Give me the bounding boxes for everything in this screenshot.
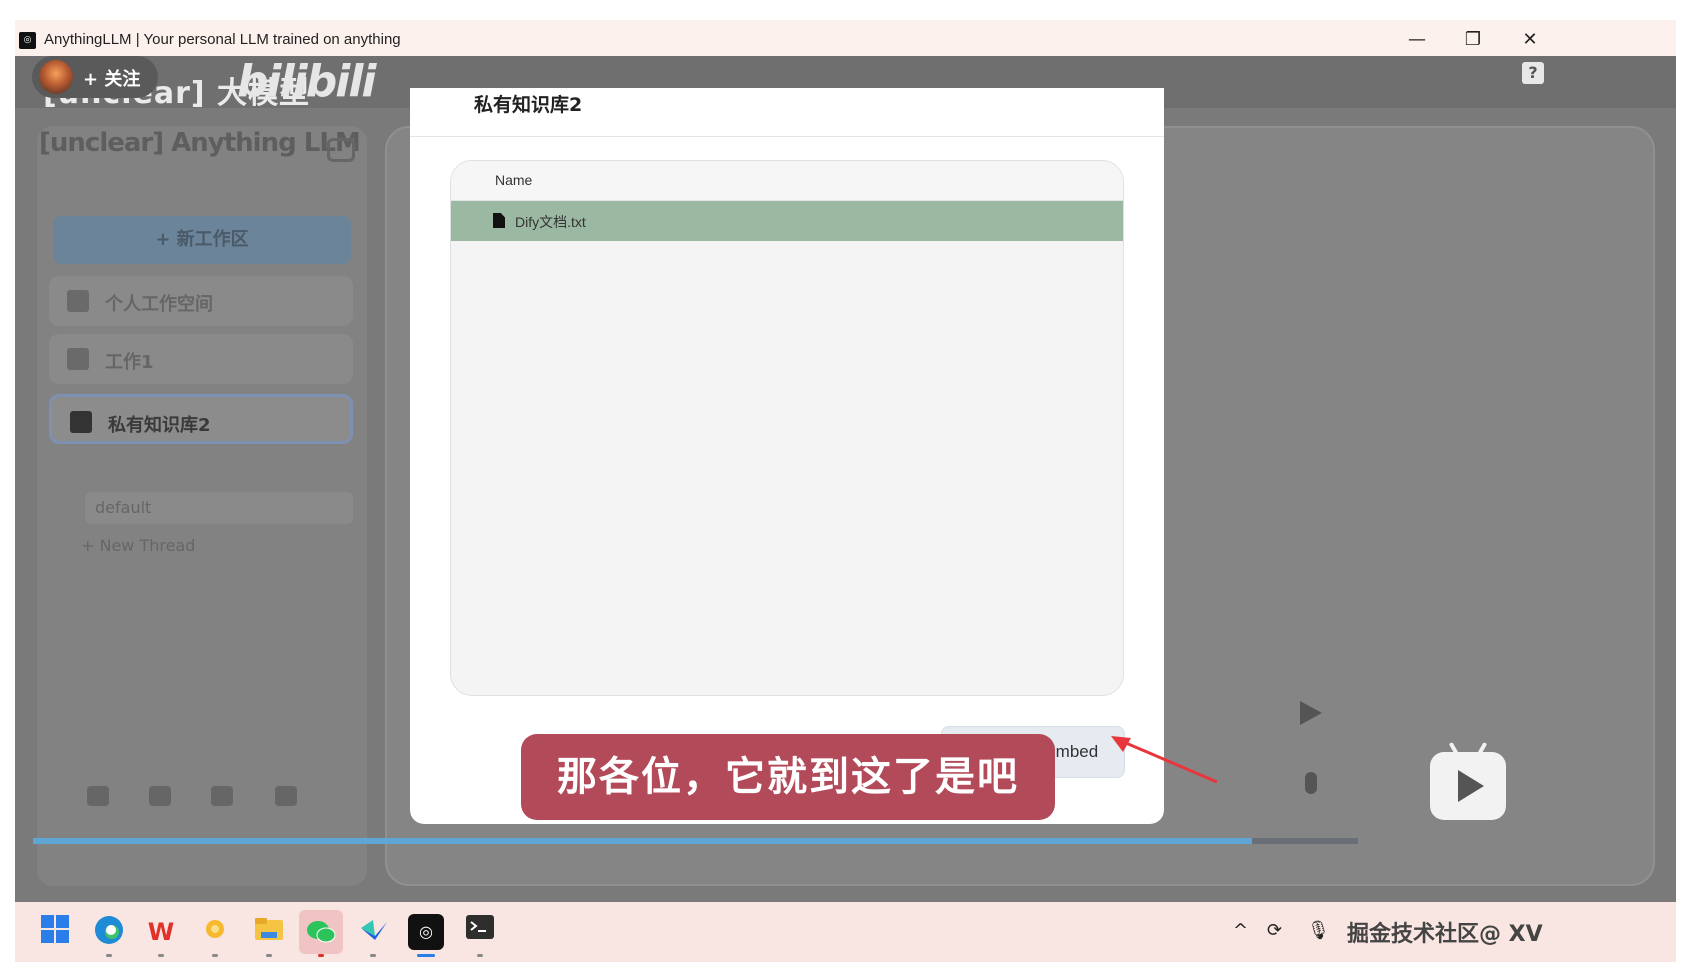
juejin-watermark: 掘金技术社区@ XV bbox=[1347, 922, 1543, 947]
voice-input-icon[interactable]: 🎙 bbox=[1307, 920, 1330, 941]
bilibili-logo: bilibili bbox=[237, 56, 376, 107]
workspace-icon bbox=[67, 290, 89, 312]
minimize-button[interactable]: — bbox=[1404, 28, 1430, 52]
file-row[interactable]: Dify文档.txt bbox=[451, 201, 1123, 241]
sunflower-remote-icon[interactable] bbox=[197, 914, 233, 950]
new-thread-button[interactable]: + New Thread bbox=[81, 536, 195, 555]
file-explorer-icon[interactable] bbox=[251, 914, 287, 950]
taskbar-running-dot bbox=[106, 954, 112, 957]
file-table-header: Name bbox=[451, 161, 1123, 201]
microphone-icon[interactable] bbox=[1305, 772, 1317, 794]
feishu-icon[interactable] bbox=[355, 914, 391, 950]
modal-title: 私有知识库2 bbox=[474, 94, 583, 116]
thread-default[interactable]: default bbox=[85, 492, 353, 524]
video-subtitle: 那各位，它就到这了是吧 bbox=[521, 734, 1055, 820]
taskbar-running-dot bbox=[158, 954, 164, 957]
bilibili-tv-icon[interactable] bbox=[1430, 741, 1506, 820]
sidebar-item-label: 个人工作空间 bbox=[105, 294, 213, 315]
sidebar-item-work1[interactable]: 工作1 bbox=[49, 334, 353, 384]
sidebar-item-label: 工作1 bbox=[105, 352, 154, 373]
new-workspace-button[interactable]: + 新工作区 bbox=[53, 216, 351, 264]
tray-overflow-chevron-icon[interactable]: ^ bbox=[1233, 920, 1248, 941]
window-titlebar: ◎ AnythingLLM | Your personal LLM traine… bbox=[15, 20, 1676, 56]
window-title: AnythingLLM | Your personal LLM trained … bbox=[44, 31, 401, 48]
docs-icon[interactable] bbox=[149, 786, 171, 806]
workspace-documents-modal: 私有知识库2 Name Dify文档.txt Save and Embed bbox=[410, 88, 1164, 824]
modal-divider bbox=[410, 136, 1164, 137]
settings-wrench-icon[interactable] bbox=[275, 786, 297, 806]
file-name: Dify文档.txt bbox=[515, 214, 586, 230]
discord-icon[interactable] bbox=[211, 786, 233, 806]
send-icon[interactable] bbox=[1300, 701, 1322, 725]
community-icon[interactable] bbox=[87, 786, 109, 806]
document-icon bbox=[493, 213, 505, 228]
grid-icon bbox=[70, 411, 92, 433]
taskbar-active-indicator bbox=[417, 954, 435, 957]
taskbar-notification-dot bbox=[318, 954, 324, 957]
edge-browser-icon[interactable] bbox=[91, 914, 127, 950]
anythingllm-app-icon: ◎ bbox=[19, 32, 36, 49]
windows-taskbar: W ◎ ^ ⟳ 🎙 掘金技术社区@ XV bbox=[15, 902, 1676, 962]
workspace-icon bbox=[67, 348, 89, 370]
taskbar-running-dot bbox=[212, 954, 218, 957]
sidebar-item-label: 私有知识库2 bbox=[108, 415, 211, 436]
sidebar-item-private-kb2[interactable]: 私有知识库2 bbox=[49, 394, 353, 444]
sync-icon[interactable]: ⟳ bbox=[1267, 920, 1282, 941]
column-name: Name bbox=[495, 172, 533, 188]
screen: ◎ AnythingLLM | Your personal LLM traine… bbox=[15, 20, 1676, 962]
taskbar-running-dot bbox=[370, 954, 376, 957]
sidebar-item-personal-workspace[interactable]: 个人工作空间 bbox=[49, 276, 353, 326]
video-progress-fill bbox=[33, 838, 1252, 844]
help-icon[interactable]: ? bbox=[1522, 62, 1544, 84]
workspace-file-list: Name Dify文档.txt bbox=[450, 160, 1124, 696]
taskbar-running-dot bbox=[266, 954, 272, 957]
wps-office-icon[interactable]: W bbox=[143, 914, 179, 950]
app-logo: [unclear] Anything LLM bbox=[39, 128, 361, 158]
wechat-icon[interactable] bbox=[299, 910, 343, 954]
terminal-icon[interactable] bbox=[462, 914, 498, 950]
play-icon bbox=[1458, 770, 1484, 802]
maximize-button[interactable]: ❐ bbox=[1460, 28, 1486, 52]
close-button[interactable]: ✕ bbox=[1517, 28, 1543, 52]
sidebar-collapse-icon[interactable] bbox=[327, 138, 355, 162]
annotation-arrow-icon bbox=[1111, 736, 1218, 784]
anythingllm-taskbar-icon[interactable]: ◎ bbox=[408, 914, 444, 950]
taskbar-running-dot bbox=[477, 954, 483, 957]
app-content: [unclear] Anything LLM + 新工作区 个人工作空间 工作1… bbox=[15, 56, 1676, 902]
uploader-avatar bbox=[39, 60, 73, 94]
windows-start-icon[interactable] bbox=[37, 914, 73, 950]
follow-label: + 关注 bbox=[83, 69, 141, 90]
